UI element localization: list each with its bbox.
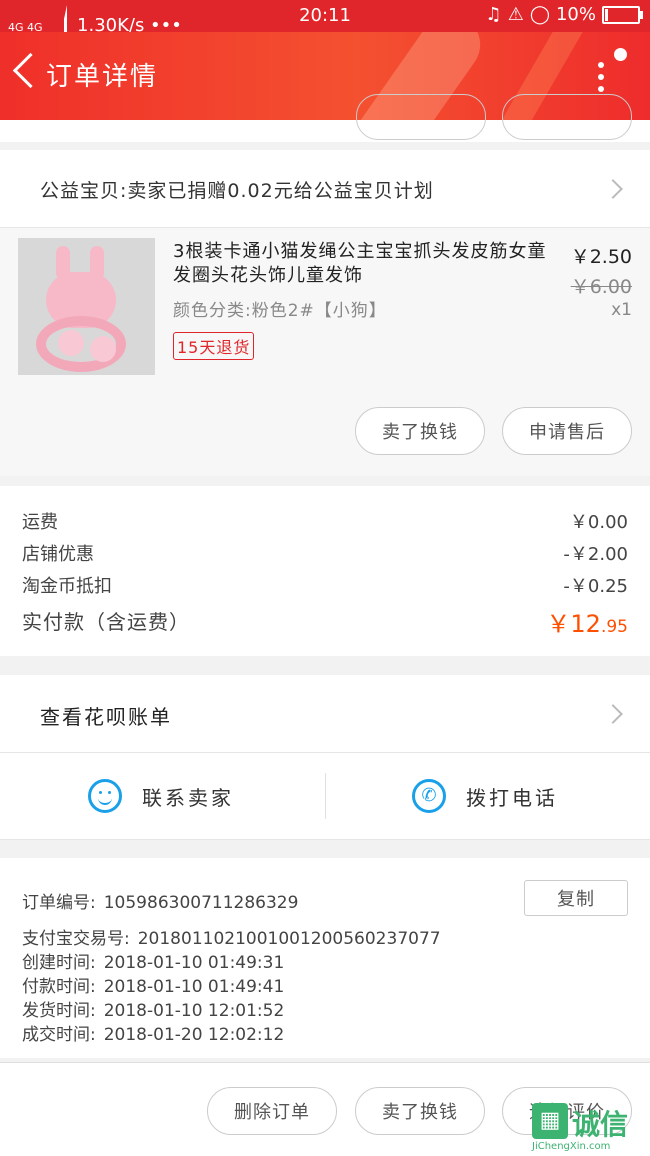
product-sku: 颜色分类:粉色2#【小狗】 bbox=[173, 301, 387, 321]
copy-order-button[interactable]: 复制 bbox=[524, 880, 628, 916]
completed-time-row: 成交时间: 2018-01-20 12:02:12 bbox=[22, 1020, 284, 1045]
notification-dot bbox=[614, 48, 627, 61]
completed-time-label: 成交时间: bbox=[22, 1025, 96, 1045]
battery-icon bbox=[602, 5, 643, 24]
more-menu-icon[interactable] bbox=[598, 62, 604, 98]
page-title: 订单详情 bbox=[46, 62, 159, 92]
paid-time-label: 付款时间: bbox=[22, 977, 96, 997]
product-original-price: ￥6.00 bbox=[570, 276, 632, 298]
shop-discount-label: 店铺优惠 bbox=[22, 544, 94, 565]
charity-text: 公益宝贝:卖家已捐赠0.02元给公益宝贝计划 bbox=[40, 180, 434, 202]
watermark-logo: ▦ 诚信 JiChengXin.com bbox=[532, 1103, 644, 1153]
paid-amount-yuan: ￥12 bbox=[546, 610, 601, 638]
paid-amount-value: ￥12.95 bbox=[546, 604, 628, 639]
cutoff-button bbox=[502, 94, 632, 140]
after-sale-button[interactable]: 申请售后 bbox=[502, 407, 632, 455]
sell-exchange-button[interactable]: 卖了换钱 bbox=[355, 1087, 485, 1135]
call-seller-button[interactable]: ✆ 拨打电话 bbox=[412, 779, 558, 813]
alipay-label: 支付宝交易号: bbox=[22, 929, 130, 949]
chat-face-icon bbox=[88, 779, 122, 813]
product-quantity: x1 bbox=[611, 300, 632, 320]
paid-time: 2018-01-10 01:49:41 bbox=[103, 977, 285, 997]
shipped-time-label: 发货时间: bbox=[22, 1001, 96, 1021]
divider bbox=[325, 773, 326, 819]
contact-seller-button[interactable]: 联系卖家 bbox=[88, 779, 234, 813]
shipped-time-row: 发货时间: 2018-01-10 12:01:52 bbox=[22, 996, 284, 1021]
price-summary: 运费 ￥0.00 店铺优惠 -￥2.00 淘金币抵扣 -￥0.25 实付款（含运… bbox=[0, 486, 650, 656]
call-seller-label: 拨打电话 bbox=[466, 785, 558, 810]
headphone-icon: ♫ bbox=[485, 4, 502, 25]
delete-order-button[interactable]: 删除订单 bbox=[207, 1087, 337, 1135]
created-time-label: 创建时间: bbox=[22, 953, 96, 973]
cutoff-button bbox=[356, 94, 486, 140]
shipping-value: ￥0.00 bbox=[569, 512, 628, 533]
bottom-action-bar: 删除订单 卖了换钱 追加评价 ▦ 诚信 JiChengXin.com bbox=[0, 1062, 650, 1156]
alarm-icon: ◯ bbox=[529, 4, 550, 25]
back-arrow-icon[interactable] bbox=[12, 52, 49, 89]
charity-row[interactable]: 公益宝贝:卖家已捐赠0.02元给公益宝贝计划 bbox=[0, 150, 650, 228]
product-price: ￥2.50 bbox=[570, 246, 632, 268]
previous-section bbox=[0, 94, 650, 142]
paid-time-row: 付款时间: 2018-01-10 01:49:41 bbox=[22, 972, 284, 997]
coin-discount-value: -￥0.25 bbox=[563, 576, 628, 597]
contact-seller-label: 联系卖家 bbox=[142, 785, 234, 810]
shipping-label: 运费 bbox=[22, 512, 58, 533]
status-right: ♫ ⚠ ◯ 10% bbox=[485, 4, 643, 25]
watermark-text: 诚信 bbox=[572, 1108, 629, 1141]
phone-icon: ✆ bbox=[412, 779, 446, 813]
order-number-row: 订单编号: 105986300711286329 bbox=[22, 888, 298, 913]
shipped-time: 2018-01-10 12:01:52 bbox=[103, 1001, 285, 1021]
product-image-charm bbox=[90, 336, 116, 362]
product-title[interactable]: 3根装卡通小猫发绳公主宝宝抓头发皮筋女童发圈头花头饰儿童发饰 bbox=[173, 240, 555, 288]
watermark-domain: JiChengXin.com bbox=[532, 1141, 611, 1152]
product-image[interactable] bbox=[18, 238, 155, 375]
huabei-bill-row[interactable]: 查看花呗账单 bbox=[0, 675, 650, 753]
watermark-badge-icon: ▦ bbox=[532, 1103, 568, 1139]
huabei-label: 查看花呗账单 bbox=[40, 705, 172, 729]
created-time-row: 创建时间: 2018-01-10 01:49:31 bbox=[22, 948, 284, 973]
completed-time: 2018-01-20 12:02:12 bbox=[103, 1025, 285, 1045]
shop-discount-value: -￥2.00 bbox=[563, 544, 628, 565]
alipay-number: 2018011021001001200560237077 bbox=[137, 929, 441, 949]
contact-bar: 联系卖家 ✆ 拨打电话 bbox=[0, 753, 650, 840]
battery-percent: 10% bbox=[555, 4, 596, 25]
created-time: 2018-01-10 01:49:31 bbox=[103, 953, 285, 973]
alipay-row: 支付宝交易号: 2018011021001001200560237077 bbox=[22, 924, 441, 949]
return-policy-tag: 15天退货 bbox=[173, 332, 255, 360]
product-card: 3根装卡通小猫发绳公主宝宝抓头发皮筋女童发圈头花头饰儿童发饰 ￥2.50 ￥6.… bbox=[0, 228, 650, 476]
product-image-charm bbox=[58, 330, 84, 356]
paid-amount-cents: .95 bbox=[600, 617, 628, 637]
paid-amount-label: 实付款（含运费） bbox=[22, 610, 190, 634]
status-bar: 4G 4G 1.30K/s ••• 20:11 ♫ ⚠ ◯ 10% bbox=[0, 0, 650, 36]
chevron-right-icon bbox=[603, 704, 623, 724]
order-number-label: 订单编号: bbox=[22, 893, 96, 913]
mute-bell-icon: ⚠ bbox=[507, 4, 524, 25]
order-number: 105986300711286329 bbox=[103, 893, 299, 913]
sell-exchange-button[interactable]: 卖了换钱 bbox=[355, 407, 485, 455]
chevron-right-icon bbox=[603, 179, 623, 199]
order-info: 订单编号: 105986300711286329 复制 支付宝交易号: 201801… bbox=[0, 858, 650, 1058]
coin-discount-label: 淘金币抵扣 bbox=[22, 576, 112, 597]
